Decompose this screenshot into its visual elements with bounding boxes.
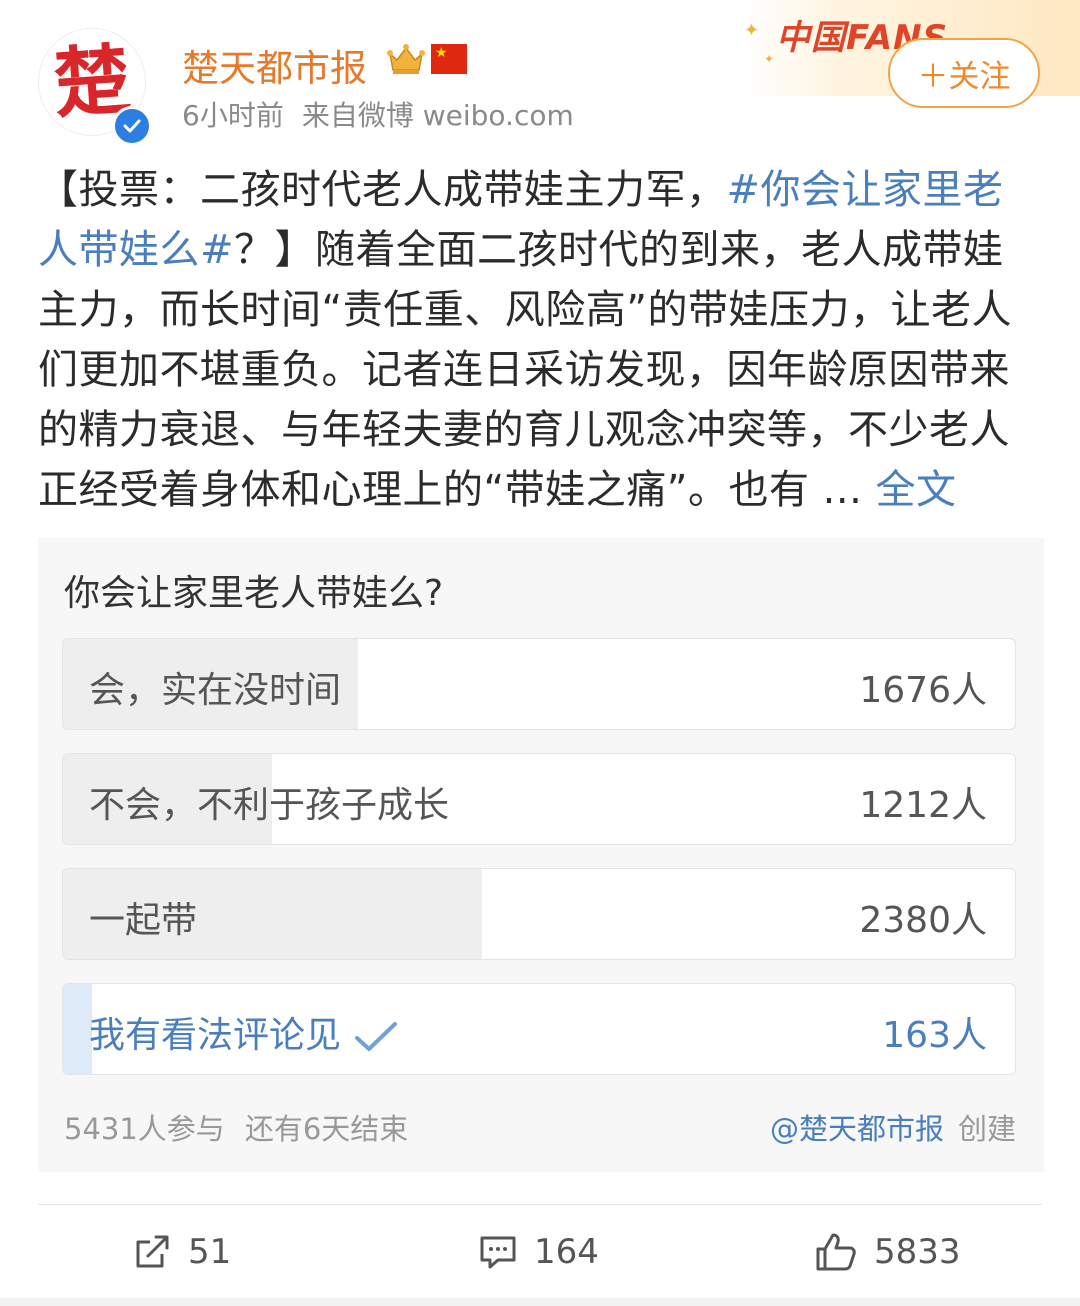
comment-button[interactable]: 164 [478,1226,599,1278]
repost-count: 51 [188,1232,232,1272]
crown-icon [387,44,425,74]
follow-button[interactable]: ＋关注 [888,38,1040,108]
poll-card: 你会让家里老人带娃么? 会，实在没时间 1676人 不会，不利于孩子成长 121… [38,538,1044,1172]
poll-option-label-text: 我有看法评论见 [89,1015,342,1056]
poll-created-label: 创建 [957,1112,1016,1146]
poll-option-label: 会，实在没时间 [89,670,342,711]
poll-option-count: 163人 [882,1015,987,1056]
like-button[interactable]: 5833 [814,1226,961,1278]
poll-option-label: 一起带 [89,900,198,941]
thumbs-up-icon [816,1233,856,1271]
sparkle-icon: ✦ [764,52,775,66]
post-text-prefix: 【投票：二孩时代老人成带娃主力军， [38,167,727,213]
repost-icon [136,1235,169,1268]
poll-option-selected[interactable]: 我有看法评论见 163人 [62,983,1016,1075]
poll-option-label: 不会，不利于孩子成长 [89,785,450,826]
sparkle-icon: ✦ [744,20,760,41]
poll-option-count: 2380人 [859,900,987,941]
poll-remaining: 还有6天结束 [244,1112,409,1146]
poll-option-bar [63,984,92,1074]
poll-option-count: 1676人 [859,670,987,711]
poll-creator-link[interactable]: @楚天都市报 [770,1112,944,1146]
like-count: 5833 [874,1232,961,1272]
divider [38,1204,1042,1205]
repost-button[interactable]: 51 [132,1226,231,1278]
bottom-separator [0,1298,1080,1306]
author-name[interactable]: 楚天都市报 [182,38,367,92]
poll-participants: 5431人参与 [64,1112,225,1146]
poll-option-label: 我有看法评论见 [89,1006,399,1058]
post-time: 6小时前 [182,99,284,132]
verified-icon [112,106,152,146]
post-source[interactable]: 来自微博 weibo.com [302,99,574,132]
check-icon [355,1022,398,1051]
poll-option[interactable]: 会，实在没时间 1676人 [62,638,1016,730]
poll-option[interactable]: 一起带 2380人 [62,868,1016,960]
post-text: 【投票：二孩时代老人成带娃主力军，#你会让家里老人带娃么#？】随着全面二孩时代的… [38,160,1042,520]
poll-stats: 5431人参与 还有6天结束 [64,1106,408,1148]
poll-question: 你会让家里老人带娃么? [64,573,444,614]
comment-count: 164 [534,1232,599,1272]
poll-creator-line: @楚天都市报 创建 [770,1106,1016,1148]
comment-icon [480,1236,516,1269]
poll-option[interactable]: 不会，不利于孩子成长 1212人 [62,753,1016,845]
china-flag-icon [431,44,467,74]
post-meta: 6小时前 来自微博 weibo.com [182,94,574,134]
poll-option-count: 1212人 [859,785,987,826]
read-more-link[interactable]: 全文 [876,467,957,513]
